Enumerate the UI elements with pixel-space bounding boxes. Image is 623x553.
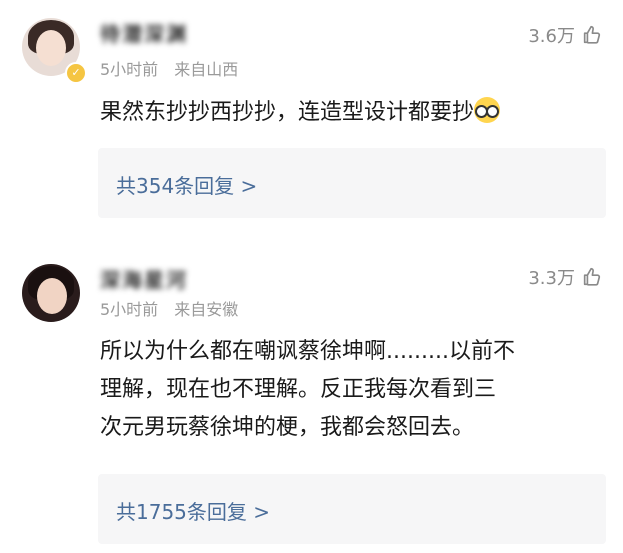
comment-meta: 5小时前 来自安徽 xyxy=(100,296,238,320)
comment-text-body: 果然东抄抄西抄抄，连造型设计都要抄 xyxy=(100,100,475,125)
replies-box[interactable]: 共354条回复 > xyxy=(98,148,606,218)
comment-text-line: 所以为什么都在嘲讽蔡徐坤啊.........以前不 xyxy=(100,339,515,364)
thumbs-up-icon xyxy=(583,267,601,286)
username[interactable]: 待潜深渊 xyxy=(100,18,188,46)
nerd-glasses-emoji-icon xyxy=(474,97,501,123)
like-count: 3.6万 xyxy=(528,26,575,47)
comment-location: 来自山西 xyxy=(174,60,239,79)
comment-meta: 5小时前 来自山西 xyxy=(100,56,238,80)
comment-time: 5小时前 xyxy=(100,60,159,79)
avatar-face xyxy=(37,278,67,314)
comment-time: 5小时前 xyxy=(100,300,159,319)
like-button[interactable]: 3.3万 xyxy=(528,264,603,290)
comment-text: 所以为什么都在嘲讽蔡徐坤啊.........以前不 理解，现在也不理解。反正我每… xyxy=(100,333,600,447)
replies-box[interactable]: 共1755条回复 > xyxy=(98,474,606,544)
view-replies-link[interactable]: 共354条回复 > xyxy=(116,170,257,199)
comment-location: 来自安徽 xyxy=(174,300,239,319)
verified-badge-icon: ✓ xyxy=(65,62,87,84)
avatar[interactable] xyxy=(22,264,80,322)
avatar-face xyxy=(36,30,66,66)
thumbs-up-icon xyxy=(583,25,601,44)
view-replies-link[interactable]: 共1755条回复 > xyxy=(116,496,270,525)
comment-text-line: 理解，现在也不理解。反正我每次看到三 xyxy=(100,377,497,402)
comment-item: 深海星河 5小时前 来自安徽 3.3万 所以为什么都在嘲讽蔡徐坤啊........… xyxy=(0,246,623,553)
comment-item: ✓ 待潜深渊 5小时前 来自山西 3.6万 果然东抄抄西抄抄，连造型设计都要抄 共… xyxy=(0,0,623,238)
username[interactable]: 深海星河 xyxy=(100,264,188,292)
comment-text-line: 次元男玩蔡徐坤的梗，我都会怒回去。 xyxy=(100,415,475,440)
comment-text: 果然东抄抄西抄抄，连造型设计都要抄 xyxy=(100,94,600,132)
like-count: 3.3万 xyxy=(528,268,575,289)
like-button[interactable]: 3.6万 xyxy=(528,22,603,48)
